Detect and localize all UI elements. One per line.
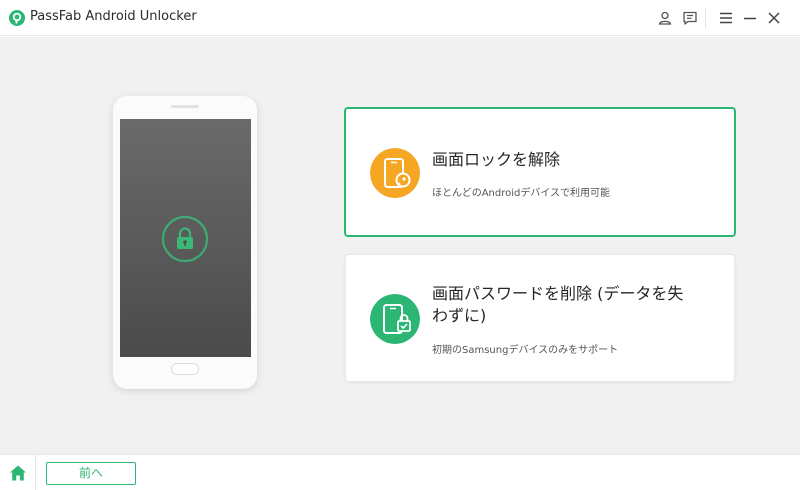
home-button[interactable] — [0, 455, 36, 490]
main-area: 画面ロックを解除 ほとんどのAndroidデバイスで利用可能 画面パスワードを削… — [0, 37, 800, 454]
footer-bar: 前へ — [0, 454, 800, 490]
phone-speaker — [171, 105, 199, 108]
menu-icon[interactable] — [718, 10, 734, 26]
user-icon[interactable] — [657, 10, 673, 26]
option-description: 初期のSamsungデバイスのみをサポート — [432, 345, 619, 356]
phone-key-icon — [370, 148, 420, 198]
home-icon — [10, 465, 26, 481]
option-description: ほとんどのAndroidデバイスで利用可能 — [432, 188, 611, 199]
option-title: 画面ロックを解除 — [432, 150, 561, 169]
app-title: PassFab Android Unlocker — [30, 9, 197, 24]
option-remove-screen-password[interactable]: 画面パスワードを削除 (データを失 わずに) 初期のSamsungデバイスのみを… — [345, 254, 735, 382]
padlock-icon — [161, 215, 209, 263]
minimize-icon[interactable] — [742, 10, 758, 26]
option-title-line-2: わずに) — [432, 306, 487, 325]
feedback-icon[interactable] — [682, 10, 698, 26]
titlebar-separator — [705, 8, 706, 28]
close-icon[interactable] — [766, 10, 782, 26]
option-remove-screen-lock[interactable]: 画面ロックを解除 ほとんどのAndroidデバイスで利用可能 — [344, 107, 736, 237]
back-button[interactable]: 前へ — [46, 462, 136, 485]
phone-home-button — [171, 363, 199, 375]
phone-illustration — [113, 96, 257, 389]
title-bar: PassFab Android Unlocker — [0, 0, 800, 36]
option-title-line-1: 画面パスワードを削除 (データを失 — [432, 284, 684, 303]
option-title: 画面パスワードを削除 (データを失 わずに) — [432, 283, 683, 327]
phone-lock-icon — [370, 294, 420, 344]
phone-screen — [120, 119, 251, 357]
passfab-logo-icon — [9, 10, 25, 26]
